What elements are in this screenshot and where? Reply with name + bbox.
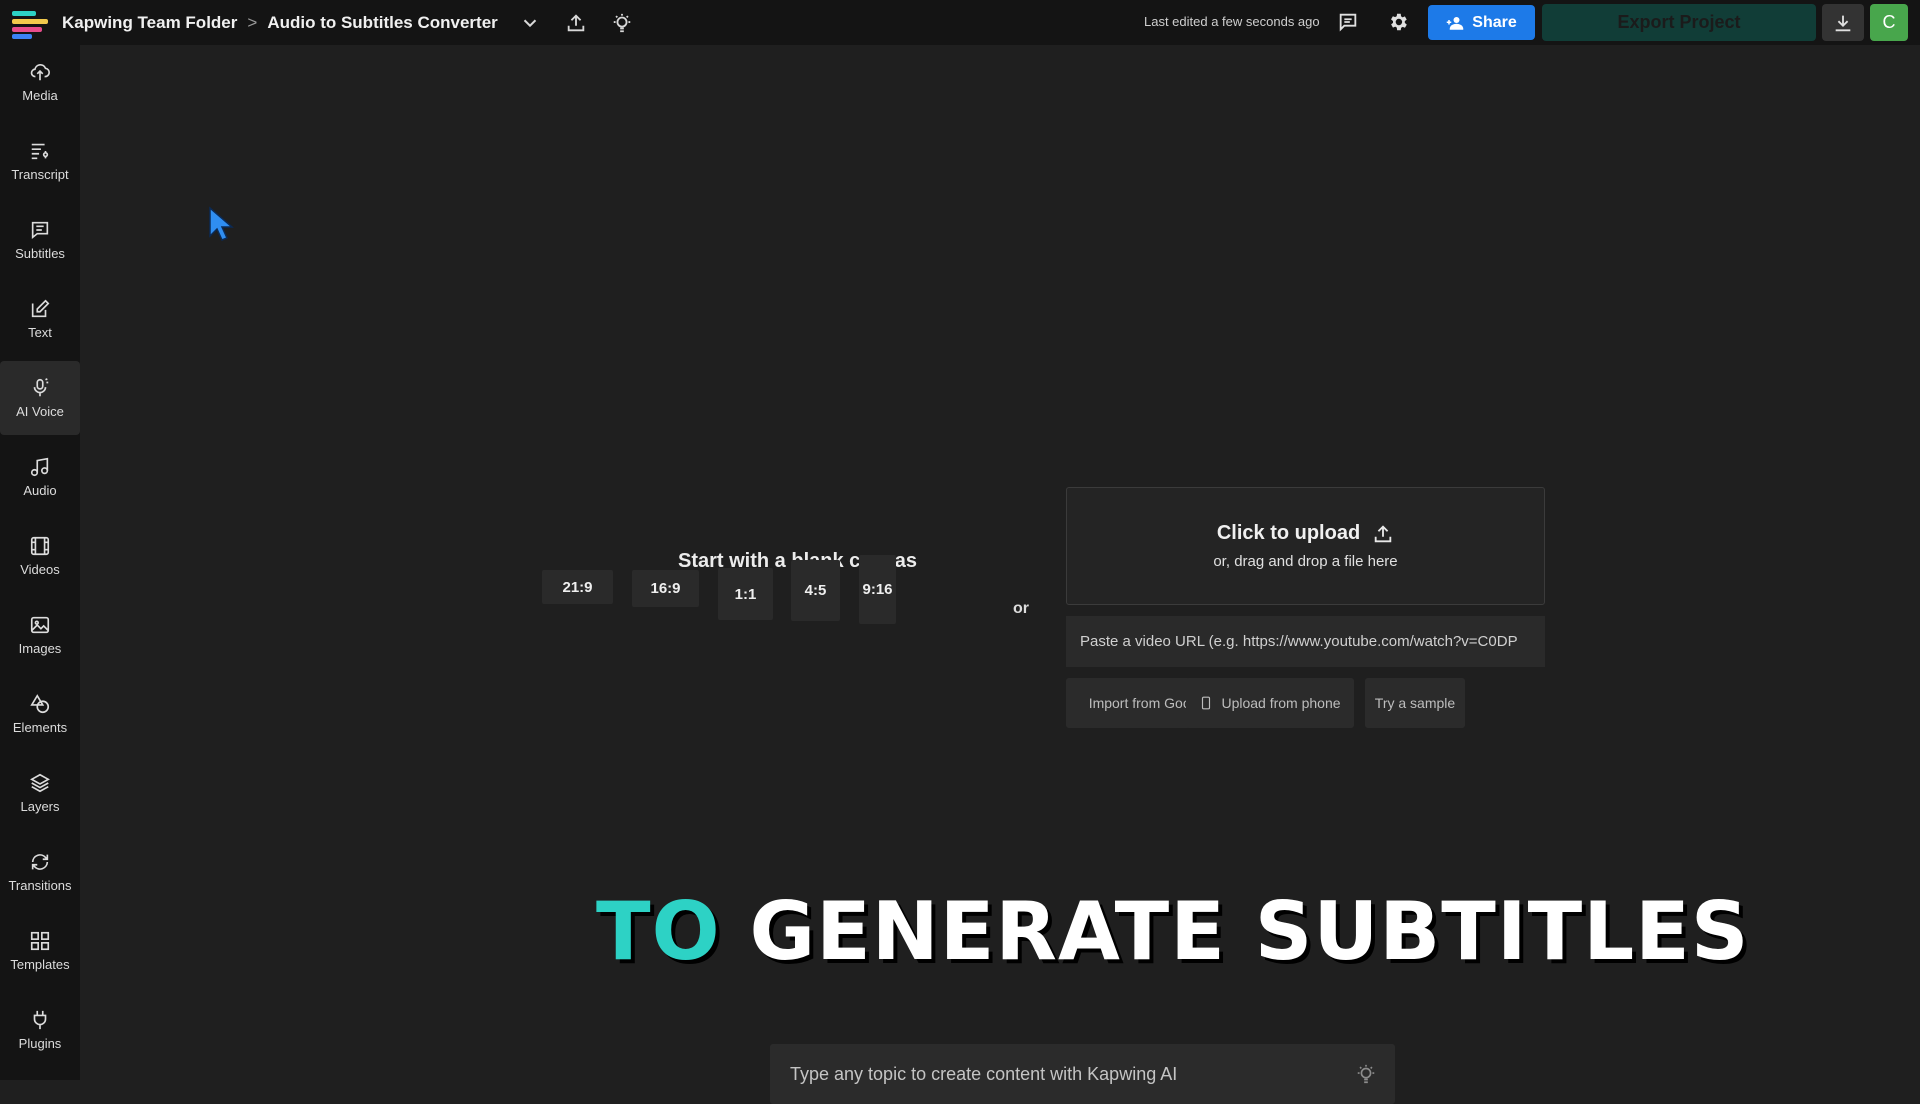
export-project-button[interactable]: Export Project	[1542, 4, 1816, 41]
project-title[interactable]: Audio to Subtitles Converter	[267, 13, 497, 33]
gear-icon[interactable]	[1380, 4, 1416, 40]
sidebar-item-label: Audio	[23, 483, 57, 498]
sidebar-item-label: Text	[28, 325, 52, 340]
ai-topic-input[interactable]	[770, 1044, 1355, 1104]
export-label: Export Project	[1617, 12, 1741, 32]
sidebar-item-label: Images	[18, 641, 62, 656]
sidebar-item-templates[interactable]: Templates	[0, 914, 80, 988]
mouse-cursor-icon	[209, 206, 234, 241]
caption-overlay: TO GENERATE SUBTITLES	[596, 885, 1749, 978]
subtitles-icon	[31, 221, 49, 240]
upload-dropzone[interactable]: Click to upload or, drag and drop a file…	[1066, 487, 1545, 605]
sidebar: Media Transcript Subtitles Text AI Voice…	[0, 45, 80, 1080]
sidebar-item-audio[interactable]: Audio	[0, 440, 80, 514]
add-user-icon	[1447, 16, 1464, 30]
sidebar-item-elements[interactable]: Elements	[0, 677, 80, 751]
sidebar-item-subtitles[interactable]: Subtitles	[0, 203, 80, 277]
sidebar-item-label: Layers	[20, 799, 60, 814]
lightbulb-icon[interactable]	[1355, 1063, 1377, 1085]
download-icon	[1835, 15, 1851, 31]
video-url-input[interactable]	[1066, 616, 1545, 667]
ratio-4-5-button[interactable]: 4:5	[791, 560, 840, 621]
layers-icon	[30, 773, 50, 793]
sidebar-item-label: Subtitles	[15, 246, 65, 261]
music-note-icon	[30, 457, 49, 477]
upload-icon	[1374, 524, 1392, 542]
sidebar-item-media[interactable]: Media	[0, 45, 80, 119]
top-bar: Kapwing Team Folder > Audio to Subtitles…	[0, 0, 1920, 45]
sidebar-item-text[interactable]: Text	[0, 282, 80, 356]
ratio-21-9-button[interactable]: 21:9	[542, 570, 613, 604]
sidebar-item-label: Plugins	[18, 1036, 62, 1051]
upload-phone-label: Upload from phone	[1221, 695, 1341, 711]
breadcrumb-team-folder[interactable]: Kapwing Team Folder	[62, 13, 237, 33]
breadcrumb-separator: >	[247, 12, 258, 32]
sidebar-item-layers[interactable]: Layers	[0, 756, 80, 830]
sidebar-item-plugins[interactable]: Plugins	[0, 993, 80, 1067]
phone-icon	[1202, 696, 1211, 710]
sidebar-item-label: Transitions	[8, 878, 72, 893]
transitions-icon	[31, 854, 49, 870]
ratio-1-1-button[interactable]: 1:1	[718, 568, 773, 620]
text-edit-icon	[31, 299, 50, 318]
canvas-area: Start with a blank canvas 21:9 16:9 1:1 …	[80, 45, 1920, 1104]
film-icon	[30, 536, 50, 556]
chevron-down-icon[interactable]	[512, 5, 548, 41]
download-button[interactable]	[1822, 4, 1864, 41]
try-sample-label: Try a sample	[1374, 695, 1456, 711]
share-button[interactable]: Share	[1428, 5, 1535, 40]
sidebar-item-images[interactable]: Images	[0, 598, 80, 672]
sidebar-item-ai-voice[interactable]: AI Voice	[0, 361, 80, 435]
comment-icon[interactable]	[1330, 4, 1366, 40]
sidebar-item-videos[interactable]: Videos	[0, 519, 80, 593]
sidebar-item-label: Transcript	[11, 167, 69, 182]
sidebar-item-label: AI Voice	[16, 404, 64, 419]
sidebar-item-transcript[interactable]: Transcript	[0, 124, 80, 198]
image-icon	[30, 616, 50, 634]
lightbulb-icon[interactable]	[604, 5, 640, 41]
shapes-icon	[30, 694, 50, 714]
upload-title: Click to upload	[1216, 522, 1361, 544]
caption-highlight-word: TO	[596, 885, 721, 978]
avatar[interactable]: C	[1870, 4, 1908, 41]
or-divider-label: or	[1013, 600, 1029, 617]
sidebar-item-label: Templates	[10, 957, 70, 972]
sidebar-item-label: Elements	[12, 720, 68, 735]
try-sample-button[interactable]: Try a sample	[1365, 678, 1465, 728]
sidebar-item-transitions[interactable]: Transitions	[0, 835, 80, 909]
transcript-icon	[31, 143, 49, 160]
sidebar-item-label: Media	[22, 88, 58, 103]
ai-voice-icon	[33, 378, 49, 397]
kapwing-logo[interactable]	[12, 8, 52, 39]
share-label: Share	[1472, 13, 1517, 31]
upload-cloud-icon	[30, 63, 50, 81]
upload-icon[interactable]	[558, 5, 594, 41]
upload-from-phone-button[interactable]: Upload from phone	[1186, 678, 1354, 728]
grid-icon	[30, 931, 50, 951]
kapwing-ai-bar	[770, 1044, 1395, 1104]
upload-subtitle: or, drag and drop a file here	[1213, 553, 1398, 570]
last-edited-status: Last edited a few seconds ago	[1144, 14, 1320, 29]
plug-icon	[33, 1010, 47, 1030]
ratio-9-16-button[interactable]: 9:16	[859, 555, 896, 624]
sidebar-item-label: Videos	[20, 562, 60, 577]
caption-rest: GENERATE SUBTITLES	[749, 885, 1750, 978]
ratio-16-9-button[interactable]: 16:9	[632, 570, 699, 607]
